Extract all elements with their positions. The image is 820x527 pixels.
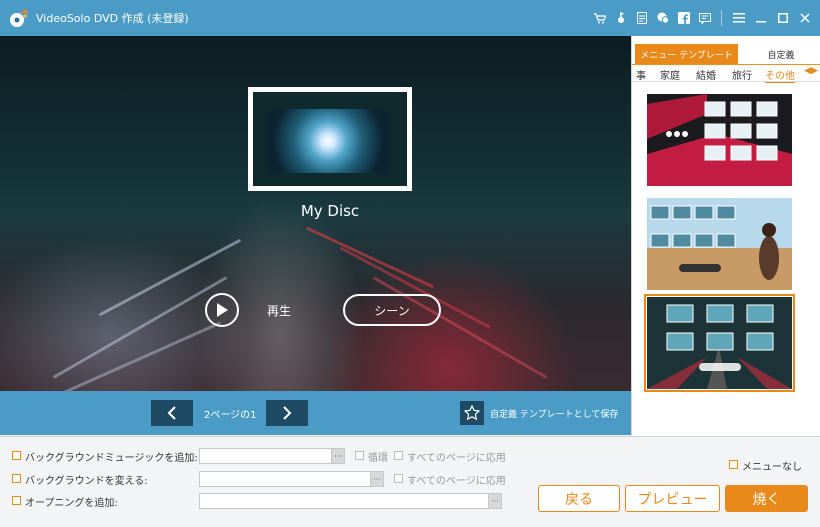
play-button[interactable] (205, 293, 239, 327)
apply-all-pages-bg-checkbox[interactable] (394, 474, 403, 483)
scene-button[interactable]: シーン (343, 294, 441, 326)
template-thumbnail[interactable] (647, 198, 792, 290)
feedback-icon[interactable] (694, 0, 715, 36)
tab-custom[interactable]: 自定義 (742, 44, 820, 64)
save-as-custom-template-button[interactable]: 自定義 テンプレートとして保存 (460, 401, 618, 425)
apply-all-pages-music-checkbox[interactable] (394, 451, 403, 460)
template-panel: メニュー テンプレート 自定義 事 家庭 結婚 旅行 その他 ◀▶ (631, 36, 820, 436)
loop-checkbox[interactable] (355, 451, 364, 460)
category-tab[interactable]: 事 (636, 67, 646, 82)
burn-button[interactable]: 焼く (725, 485, 808, 512)
play-icon (217, 303, 228, 317)
facebook-icon[interactable] (673, 0, 694, 36)
opening-browse-button[interactable]: ··· (488, 493, 502, 509)
window-title: VideoSolo DVD 作成 (未登録) (36, 12, 189, 25)
disc-thumbnail-image (267, 109, 389, 173)
save-template-label: 自定義 テンプレートとして保存 (490, 409, 619, 420)
chevron-right-icon (283, 406, 292, 420)
opening-checkbox[interactable] (12, 496, 21, 505)
maximize-icon[interactable] (772, 0, 794, 36)
app-logo-icon (8, 7, 30, 29)
bg-music-label: バックグラウンドミュージックを追加: (25, 453, 198, 464)
opening-input[interactable] (199, 493, 489, 509)
loop-label: 循環 (368, 453, 388, 464)
template-preview-image (647, 94, 792, 186)
preview-button[interactable]: プレビュー (625, 485, 720, 512)
opening-label: オープニングを追加: (25, 498, 118, 509)
category-tab[interactable]: 結婚 (696, 67, 716, 82)
template-thumbnail-selected[interactable] (644, 294, 795, 392)
page-navigation-bar: 2ページの1 自定義 テンプレートとして保存 (0, 391, 631, 435)
chevron-left-icon (167, 406, 176, 420)
next-page-button[interactable] (266, 400, 308, 426)
no-menu-label: メニューなし (742, 462, 802, 473)
bg-change-browse-button[interactable]: ··· (370, 471, 384, 487)
disc-title[interactable]: My Disc (270, 202, 390, 220)
light-streak (305, 226, 435, 289)
template-thumbnail[interactable] (647, 94, 792, 186)
bg-change-input[interactable] (199, 471, 371, 487)
bg-change-label: バックグラウンドを変える: (25, 476, 148, 487)
template-preview-image (647, 198, 792, 290)
category-tab[interactable]: 旅行 (732, 67, 752, 82)
apply-all-pages-music-label: すべてのページに応用 (407, 453, 506, 464)
close-icon[interactable] (794, 0, 816, 36)
template-preview-image (647, 297, 792, 389)
category-tab-active[interactable]: その他 (765, 67, 795, 83)
key-icon[interactable] (610, 0, 631, 36)
title-bar: VideoSolo DVD 作成 (未登録) (0, 0, 820, 36)
page-indicator: 2ページの1 (204, 410, 257, 421)
light-streak (18, 321, 222, 391)
menu-preview: My Disc 再生 シーン (0, 36, 631, 391)
bg-music-checkbox[interactable] (12, 451, 21, 460)
disc-thumbnail-frame[interactable] (248, 87, 412, 191)
bg-music-input[interactable] (199, 448, 332, 464)
back-button[interactable]: 戻る (538, 485, 620, 512)
menu-options-area: バックグラウンドミュージックを追加: ··· 循環 すべてのページに応用 バック… (0, 436, 820, 527)
chat-icon[interactable] (652, 0, 673, 36)
play-label[interactable]: 再生 (267, 302, 291, 319)
minimize-icon[interactable] (750, 0, 772, 36)
title-bar-controls (589, 0, 816, 36)
title-bar-divider (721, 10, 722, 26)
document-icon[interactable] (631, 0, 652, 36)
cart-icon[interactable] (589, 0, 610, 36)
bg-change-checkbox[interactable] (12, 474, 21, 483)
light-streak (372, 276, 548, 379)
category-tab[interactable]: 家庭 (660, 67, 680, 82)
category-scroll-arrows-icon[interactable]: ◀▶ (804, 66, 818, 76)
bg-music-browse-button[interactable]: ··· (331, 448, 345, 464)
apply-all-pages-bg-label: すべてのページに応用 (407, 476, 506, 487)
star-icon (460, 401, 484, 425)
template-category-row: 事 家庭 結婚 旅行 その他 ◀▶ (632, 64, 820, 83)
menu-icon[interactable] (728, 0, 750, 36)
previous-page-button[interactable] (151, 400, 193, 426)
no-menu-checkbox[interactable] (729, 460, 738, 469)
tab-menu-template[interactable]: メニュー テンプレート (635, 44, 738, 64)
